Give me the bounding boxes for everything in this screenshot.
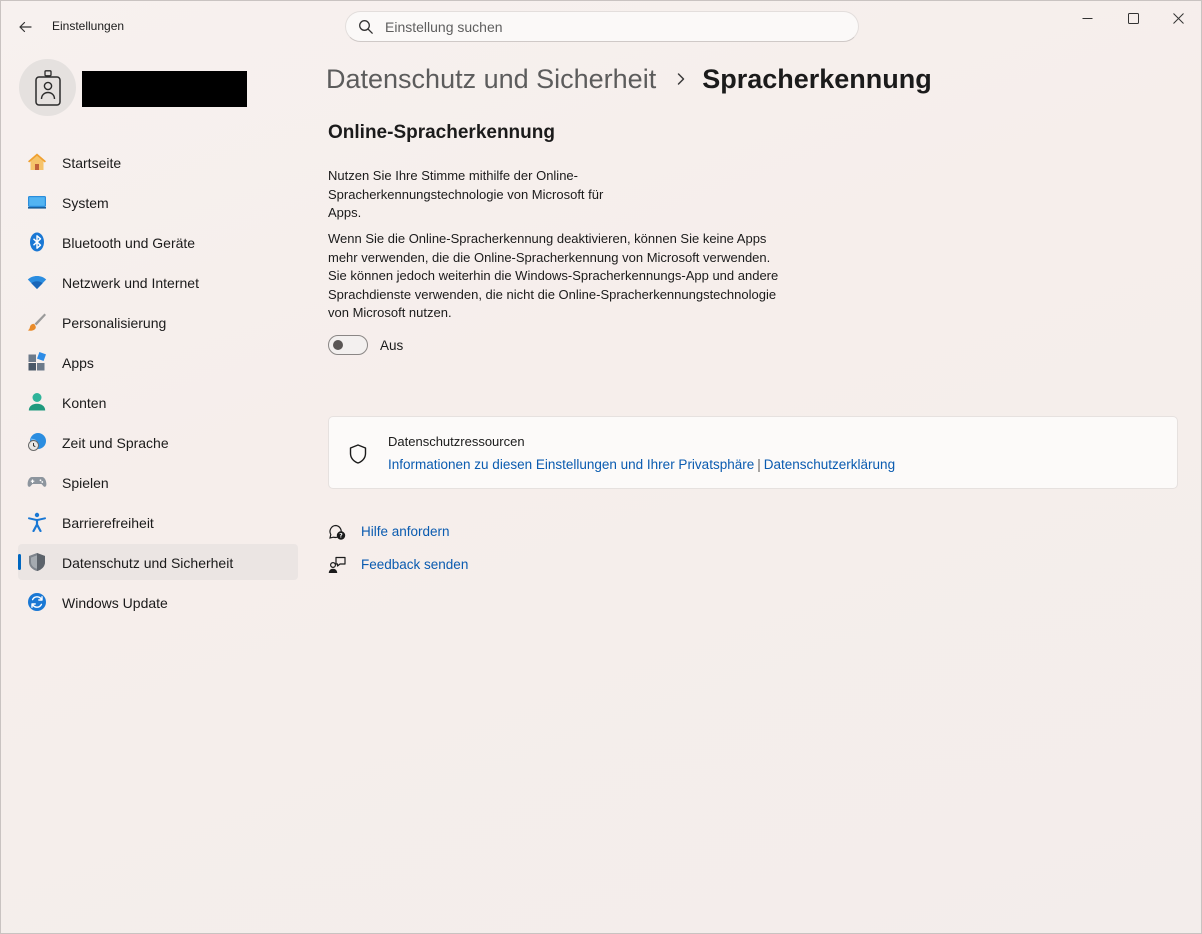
apps-icon: [28, 352, 46, 371]
wifi-icon: [27, 276, 47, 289]
sidebar-item-system[interactable]: System: [18, 184, 298, 220]
shield-icon: [29, 553, 45, 571]
shield-outline-icon: [349, 444, 367, 464]
sidebar-item-startseite[interactable]: Startseite: [18, 144, 298, 180]
sidebar-item-spielen[interactable]: Spielen: [18, 464, 298, 500]
maximize-icon: [1127, 12, 1139, 24]
bluetooth-icon: [30, 232, 44, 252]
online-speech-toggle[interactable]: [328, 335, 368, 355]
sidebar-item-datenschutz[interactable]: Datenschutz und Sicherheit: [18, 544, 298, 580]
section-title: Online-Spracherkennung: [328, 122, 555, 143]
home-icon: [28, 153, 46, 170]
sidebar-item-barrierefreiheit[interactable]: Barrierefreiheit: [18, 504, 298, 540]
gamepad-icon: [27, 477, 47, 487]
send-feedback-link[interactable]: Feedback senden: [361, 557, 468, 572]
toggle-knob: [333, 340, 343, 350]
update-icon: [28, 593, 46, 611]
card-title: Datenschutzressourcen: [388, 434, 525, 449]
intro-description: Nutzen Sie Ihre Stimme mithilfe der Onli…: [328, 168, 604, 221]
svg-text:?: ?: [339, 533, 343, 540]
card-links: Informationen zu diesen Einstellungen un…: [388, 457, 895, 472]
sidebar-item-label: Bluetooth und Geräte: [62, 235, 196, 251]
avatar[interactable]: [19, 59, 76, 116]
get-help-link[interactable]: Hilfe anfordern: [361, 524, 450, 539]
privacy-info-link[interactable]: Informationen zu diesen Einstellungen un…: [388, 457, 754, 472]
sidebar-item-label: Konten: [62, 395, 107, 411]
account-icon: [28, 393, 46, 411]
id-badge-icon: [34, 69, 61, 106]
privacy-statement-link[interactable]: Datenschutzerklärung: [764, 457, 895, 472]
sidebar-item-label: Spielen: [62, 475, 109, 491]
sidebar-item-label: Startseite: [62, 155, 122, 171]
sidebar-item-label: Zeit und Sprache: [62, 435, 169, 451]
maximize-button[interactable]: [1110, 1, 1156, 35]
globe-clock-icon: [28, 433, 46, 451]
privacy-resources-card: Datenschutzressourcen Informationen zu d…: [328, 416, 1178, 489]
accessibility-icon: [28, 512, 46, 532]
brush-icon: [27, 313, 46, 331]
search-icon: [359, 20, 373, 34]
app-title: Einstellungen: [52, 19, 125, 33]
sidebar-item-zeit-und-sprache[interactable]: Zeit und Sprache: [18, 424, 298, 460]
sidebar-item-windows-update[interactable]: Windows Update: [18, 584, 298, 620]
sidebar-item-label: System: [62, 195, 109, 211]
sidebar-item-label: Personalisierung: [62, 315, 167, 331]
back-arrow-icon: [19, 21, 32, 33]
sidebar-item-label: Datenschutz und Sicherheit: [62, 555, 234, 571]
sidebar-item-label: Barrierefreiheit: [62, 515, 154, 531]
sidebar-nav: Startseite System Bluetooth und Geräte N…: [18, 144, 298, 624]
link-separator: |: [757, 457, 761, 472]
minimize-icon: [1082, 17, 1092, 19]
breadcrumb-parent-link[interactable]: Datenschutz und Sicherheit: [326, 64, 656, 95]
redacted-user-name: [82, 71, 247, 107]
help-chat-icon: ?: [329, 524, 346, 540]
sidebar-item-konten[interactable]: Konten: [18, 384, 298, 420]
feedback-icon: [328, 556, 346, 573]
sidebar-item-label: Windows Update: [62, 595, 168, 611]
page-title: Spracherkennung: [702, 63, 932, 94]
sidebar-item-label: Netzwerk und Internet: [62, 275, 199, 291]
monitor-icon: [28, 196, 46, 209]
back-button[interactable]: [11, 13, 39, 41]
sidebar-item-personalisierung[interactable]: Personalisierung: [18, 304, 298, 340]
sidebar-item-label: Apps: [62, 355, 94, 371]
toggle-state-label: Aus: [380, 338, 404, 353]
breadcrumb: Datenschutz und Sicherheit Spracherkennu…: [326, 61, 932, 97]
sidebar-item-bluetooth[interactable]: Bluetooth und Geräte: [18, 224, 298, 260]
settings-window: Einstellungen Einstellung suchen Startse…: [0, 0, 1202, 934]
detail-description: Wenn Sie die Online-Spracherkennung deak…: [328, 231, 779, 321]
close-button[interactable]: [1155, 1, 1201, 35]
title-bar: Einstellungen: [1, 1, 1201, 51]
minimize-button[interactable]: [1064, 1, 1110, 35]
sidebar-item-apps[interactable]: Apps: [18, 344, 298, 380]
close-icon: [1172, 12, 1184, 24]
sidebar-item-netzwerk[interactable]: Netzwerk und Internet: [18, 264, 298, 300]
search-box[interactable]: [345, 11, 859, 42]
chevron-right-icon: [676, 72, 686, 86]
search-input[interactable]: [385, 17, 845, 37]
